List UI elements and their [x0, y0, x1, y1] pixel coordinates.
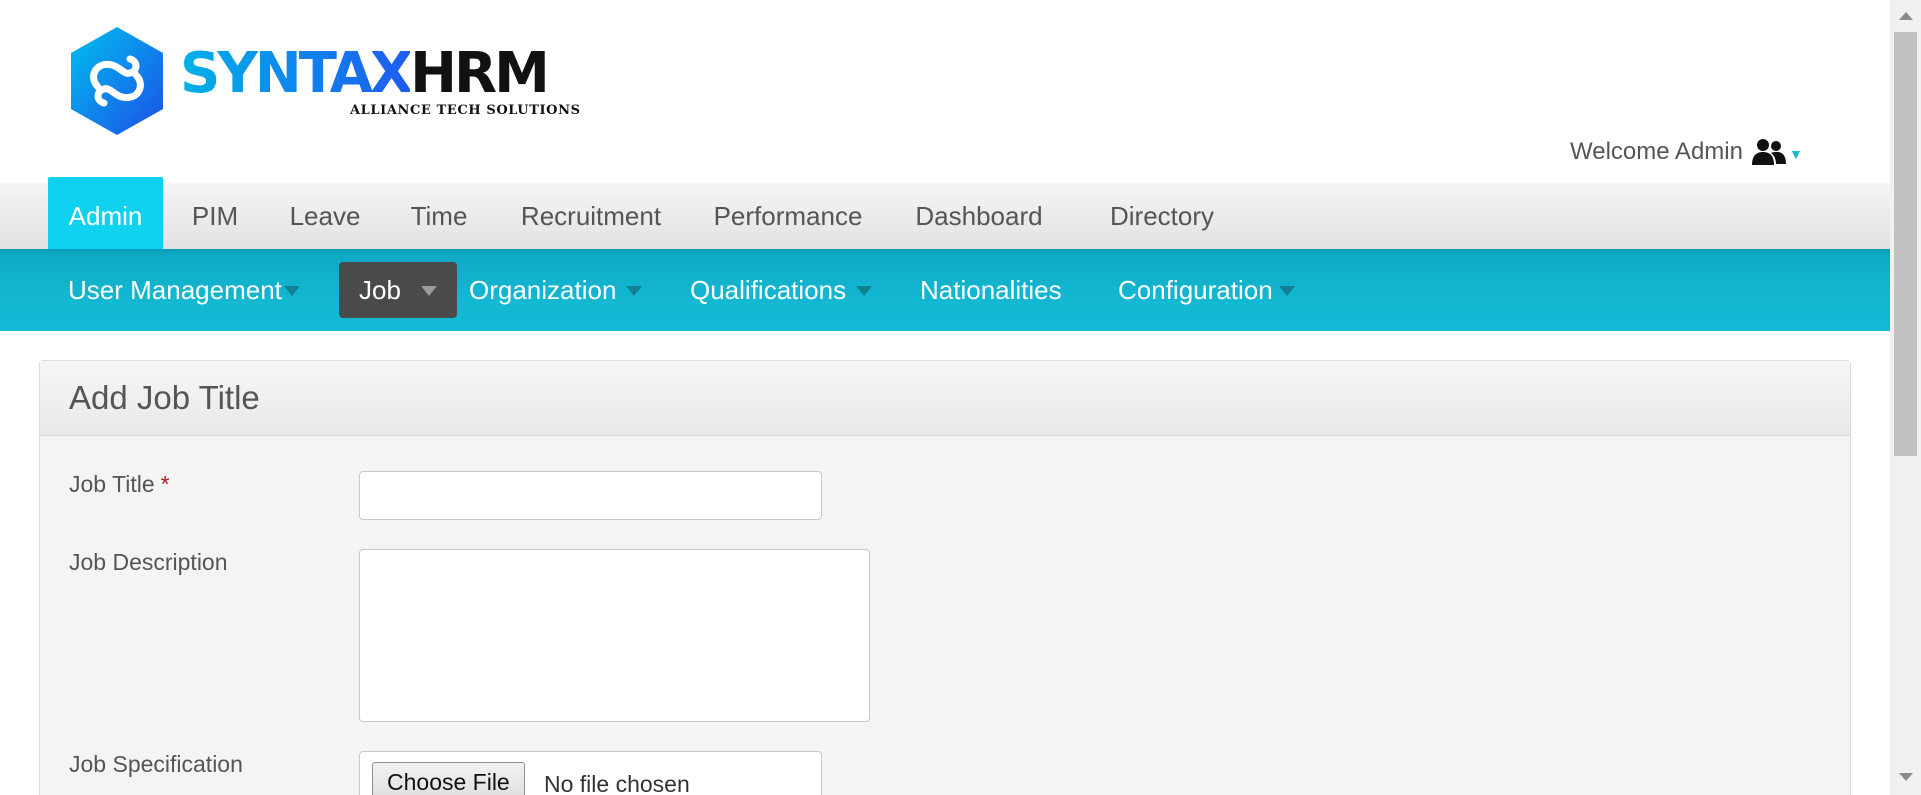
file-status-text: No file chosen: [544, 771, 690, 795]
subnav-user-management[interactable]: User Management: [68, 262, 300, 318]
tab-time[interactable]: Time: [404, 183, 474, 249]
tab-admin[interactable]: Admin: [48, 177, 163, 255]
job-specification-file-input[interactable]: Choose File No file chosen: [359, 751, 822, 795]
logo-wordmark: SYNTAXHRM: [180, 41, 550, 106]
logo-tagline: ALLIANCE TECH SOLUTIONS: [350, 103, 581, 118]
tab-recruitment[interactable]: Recruitment: [508, 183, 674, 249]
subnav-organization[interactable]: Organization: [469, 262, 643, 318]
subnav-job[interactable]: Job: [339, 262, 457, 318]
scrollbar-thumb[interactable]: [1894, 32, 1917, 456]
subnav-configuration[interactable]: Configuration: [1118, 262, 1295, 318]
panel-header: Add Job Title: [40, 361, 1850, 436]
page-title: Add Job Title: [69, 379, 260, 416]
chevron-down-icon: [626, 286, 643, 296]
users-icon: [1751, 139, 1786, 165]
main-nav: Admin PIM Leave Time Recruitment Perform…: [0, 177, 1890, 255]
subnav-label: User Management: [68, 274, 282, 305]
job-description-textarea[interactable]: [359, 549, 870, 722]
subnav-label: Job: [359, 274, 401, 305]
subnav-qualifications[interactable]: Qualifications: [690, 262, 873, 318]
tab-dashboard[interactable]: Dashboard: [904, 183, 1054, 249]
sub-nav: User Management Job Organization Qualifi…: [0, 249, 1890, 331]
chevron-down-icon[interactable]: ▼: [1789, 146, 1803, 162]
chevron-down-icon: [420, 286, 437, 296]
add-job-title-panel: Add Job Title Job Title * Job Description…: [39, 360, 1851, 795]
chevron-down-icon: [1278, 286, 1295, 296]
subnav-label: Organization: [469, 274, 617, 305]
logo-brand-syntax: SYNTAX: [180, 41, 413, 106]
syntaxhrm-logo[interactable]: SYNTAXHRM ALLIANCE TECH SOLUTIONS: [68, 25, 580, 145]
tab-directory[interactable]: Directory: [1088, 183, 1236, 249]
subnav-label: Nationalities: [920, 274, 1062, 305]
subnav-label: Configuration: [1118, 274, 1273, 305]
subnav-label: Qualifications: [690, 274, 847, 305]
logo-hexagon-icon: [71, 27, 163, 135]
scroll-up-arrow-icon[interactable]: [1899, 12, 1913, 20]
welcome-menu[interactable]: Welcome Admin ▼: [1570, 136, 1803, 168]
subnav-nationalities[interactable]: Nationalities: [920, 262, 1062, 318]
job-title-label-text: Job Title: [69, 471, 155, 497]
tab-leave[interactable]: Leave: [280, 183, 370, 249]
welcome-text: Welcome Admin: [1570, 138, 1743, 165]
tab-performance[interactable]: Performance: [706, 183, 870, 249]
job-description-label: Job Description: [69, 549, 228, 575]
tab-pim[interactable]: PIM: [182, 183, 248, 249]
choose-file-button[interactable]: Choose File: [372, 762, 525, 795]
page: SYNTAXHRM ALLIANCE TECH SOLUTIONS Welcom…: [0, 0, 1921, 795]
job-specification-label: Job Specification: [69, 751, 243, 777]
logo-brand-hrm: HRM: [410, 41, 550, 106]
job-title-input[interactable]: [359, 471, 822, 520]
vertical-scrollbar[interactable]: [1890, 0, 1921, 795]
required-marker: *: [160, 471, 170, 497]
scroll-down-arrow-icon[interactable]: [1899, 773, 1913, 781]
chevron-down-icon: [856, 286, 873, 296]
job-title-label: Job Title *: [69, 471, 170, 498]
chevron-down-icon: [283, 286, 300, 296]
